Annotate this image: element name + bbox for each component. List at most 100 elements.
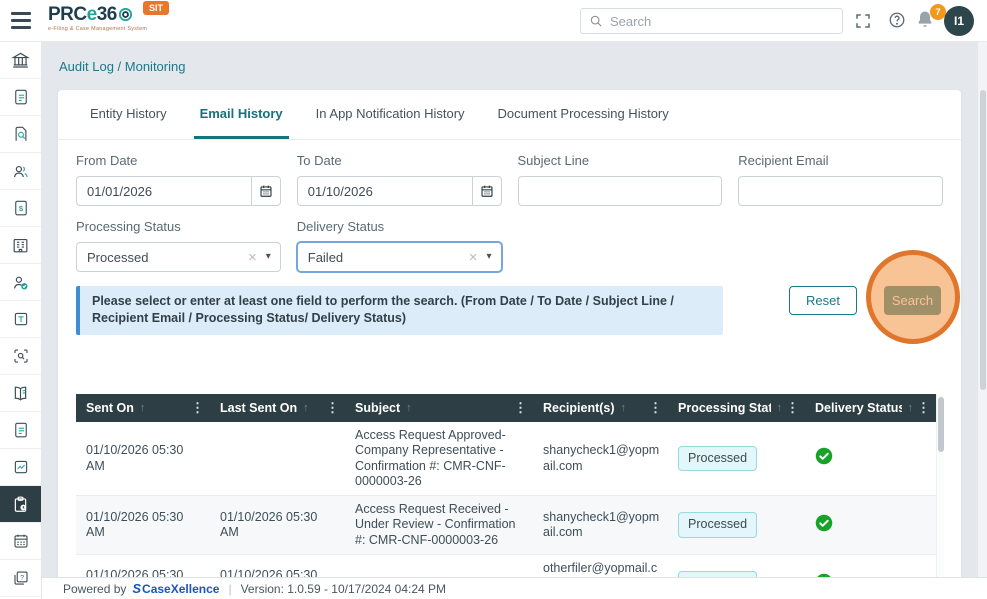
sort-asc-icon[interactable]: ↑ xyxy=(621,402,627,414)
svg-text:$: $ xyxy=(18,204,23,213)
sidebar-item-user-approvals[interactable] xyxy=(0,264,41,301)
cell-processing-status: Processed xyxy=(668,422,805,496)
email-history-table: Sent On ↑ ⋮ Last Sent On ↑ ⋮ Subject ↑ ⋮ Recip… xyxy=(76,394,944,577)
sidebar-item-payments[interactable]: $ xyxy=(0,190,41,227)
column-menu-icon[interactable]: ⋮ xyxy=(782,400,799,416)
col-last-sent-on[interactable]: Last Sent On xyxy=(220,401,297,415)
sidebar-item-help[interactable]: ? xyxy=(0,560,41,597)
sidebar-item-audit-log[interactable] xyxy=(0,486,41,523)
table-row[interactable]: 01/10/2026 05:30 AM 01/10/2026 05:30 AM … xyxy=(76,495,936,555)
cell-sent-on: 01/10/2026 05:30 AM xyxy=(76,554,210,577)
sidebar-item-advanced-search[interactable] xyxy=(0,338,41,375)
sort-asc-icon[interactable]: ↑ xyxy=(406,402,412,414)
delivery-status-field: Delivery Status Failed × ▾ xyxy=(296,206,502,272)
processing-status-select[interactable]: Processed × ▾ xyxy=(76,242,281,272)
subject-line-input[interactable] xyxy=(517,176,723,206)
table-scrollbar[interactable] xyxy=(936,394,944,577)
invoice-dollar-icon: $ xyxy=(14,200,27,216)
search-button[interactable]: Search xyxy=(884,286,941,315)
cell-last-sent-on: 01/10/2026 05:30 AM xyxy=(210,554,345,577)
recipient-email-label: Recipient Email xyxy=(738,153,829,168)
clear-selection-icon[interactable]: × xyxy=(469,250,478,265)
text-template-icon xyxy=(14,312,27,326)
column-menu-icon[interactable]: ⋮ xyxy=(645,400,662,416)
tab-document-processing-history[interactable]: Document Processing History xyxy=(492,90,675,139)
hamburger-menu-icon[interactable] xyxy=(11,12,31,29)
to-date-input[interactable] xyxy=(296,176,472,206)
sidebar-item-organizations[interactable] xyxy=(0,227,41,264)
sidebar-item-ledger[interactable] xyxy=(0,375,41,412)
footer-separator: | xyxy=(228,581,232,596)
from-date-input[interactable] xyxy=(76,176,251,206)
column-menu-icon[interactable]: ⋮ xyxy=(187,400,204,416)
sort-asc-icon[interactable]: ↑ xyxy=(140,402,146,414)
reset-button[interactable]: Reset xyxy=(789,286,857,315)
app-logo: PRC e 36 e-Filing & Case Management System xyxy=(48,4,148,32)
document-search-icon xyxy=(15,126,26,141)
cell-delivery-status xyxy=(805,422,936,496)
clipboard-clock-icon xyxy=(14,496,27,512)
from-date-calendar-button[interactable] xyxy=(250,176,281,206)
processing-status-field: Processing Status Processed × ▾ xyxy=(76,206,281,272)
calendar-icon xyxy=(260,185,272,197)
search-icon xyxy=(590,15,602,27)
help-icon[interactable] xyxy=(888,11,906,29)
email-history-panel: Entity History Email History In App Noti… xyxy=(58,90,961,577)
chart-icon xyxy=(14,460,27,474)
cell-processing-status: Processed xyxy=(668,554,805,577)
table-row[interactable]: 01/10/2026 05:30 AM Access Request Appro… xyxy=(76,422,936,496)
recipient-email-input[interactable] xyxy=(738,176,943,206)
global-search[interactable] xyxy=(580,8,843,34)
col-sent-on[interactable]: Sent On xyxy=(86,401,134,415)
version-text: Version: 1.0.59 - 10/17/2024 04:24 PM xyxy=(240,581,447,596)
sidebar-item-reports[interactable] xyxy=(0,449,41,486)
app-header: PRC e 36 e-Filing & Case Management System… xyxy=(0,0,987,42)
sidebar-item-case-search[interactable] xyxy=(0,116,41,153)
col-subject[interactable]: Subject xyxy=(355,401,400,415)
ledger-book-icon xyxy=(14,386,27,401)
cell-last-sent-on xyxy=(210,422,345,496)
chevron-down-icon: ▾ xyxy=(265,251,271,262)
subject-line-label: Subject Line xyxy=(517,153,590,168)
tab-email-history[interactable]: Email History xyxy=(193,90,289,139)
sidebar-item-templates[interactable] xyxy=(0,301,41,338)
column-menu-icon[interactable]: ⋮ xyxy=(510,400,527,416)
logo-tagline: e-Filing & Case Management System xyxy=(48,26,148,32)
sidebar-item-documents[interactable] xyxy=(0,412,41,449)
table-row[interactable]: 01/10/2026 05:30 AM 01/10/2026 05:30 AM … xyxy=(76,554,936,577)
page-scrollbar-thumb[interactable] xyxy=(979,90,986,390)
tab-entity-history[interactable]: Entity History xyxy=(84,90,173,139)
col-delivery-status[interactable]: Delivery Status xyxy=(815,401,902,415)
clear-selection-icon[interactable]: × xyxy=(248,250,257,265)
scan-search-icon xyxy=(13,349,28,363)
col-recipients[interactable]: Recipient(s) xyxy=(543,401,615,415)
table-scrollbar-thumb[interactable] xyxy=(938,397,944,452)
delivery-status-select[interactable]: Failed × ▾ xyxy=(296,242,502,272)
check-circle-green-icon xyxy=(815,448,833,465)
delivery-status-value: Failed xyxy=(307,249,344,265)
to-date-calendar-button[interactable] xyxy=(471,176,502,206)
search-requirement-notice: Please select or enter at least one fiel… xyxy=(76,286,723,335)
user-avatar[interactable]: I1 xyxy=(944,6,974,36)
cell-recipients: shanycheck1@yopmail.com xyxy=(533,422,668,496)
column-menu-icon[interactable]: ⋮ xyxy=(913,400,930,416)
fullscreen-icon[interactable] xyxy=(854,12,872,30)
column-menu-icon[interactable]: ⋮ xyxy=(322,400,339,416)
sidebar-item-users[interactable] xyxy=(0,153,41,190)
sidebar-item-institution[interactable] xyxy=(0,42,41,79)
sidebar-item-filings[interactable] xyxy=(0,79,41,116)
check-circle-green-icon xyxy=(815,514,833,531)
history-tabs: Entity History Email History In App Noti… xyxy=(58,90,961,140)
sort-asc-icon[interactable]: ↑ xyxy=(303,402,309,414)
notifications-button[interactable]: 7 xyxy=(915,4,946,33)
table-header-row: Sent On ↑ ⋮ Last Sent On ↑ ⋮ Subject ↑ ⋮ Recip… xyxy=(76,394,936,422)
page-scrollbar[interactable] xyxy=(978,42,987,577)
search-input[interactable] xyxy=(610,13,834,29)
col-processing-status[interactable]: Processing Status xyxy=(678,401,771,415)
tab-in-app-notification-history[interactable]: In App Notification History xyxy=(310,90,471,139)
recipient-email-field: Recipient Email xyxy=(738,140,943,206)
sidebar-item-calendar[interactable] xyxy=(0,523,41,560)
chevron-down-icon: ▾ xyxy=(486,251,492,262)
document-icon xyxy=(14,89,27,105)
from-date-field: From Date xyxy=(76,140,281,206)
